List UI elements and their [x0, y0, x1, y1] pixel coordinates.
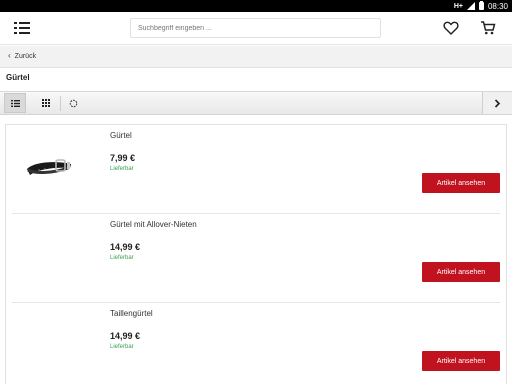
app-header [0, 12, 512, 45]
list-menu-icon [14, 22, 17, 24]
menu-button[interactable] [14, 22, 30, 35]
grid-view-button[interactable] [35, 92, 57, 114]
wishlist-button[interactable] [443, 20, 459, 36]
heart-icon [443, 21, 459, 35]
product-price: 14,99 € [110, 331, 141, 341]
availability-label: Lieferbar [110, 344, 134, 350]
signal-icon [466, 2, 475, 10]
product-price: 14,99 € [110, 242, 141, 252]
refresh-button[interactable] [62, 92, 84, 114]
product-item[interactable]: Gürtel mit Allover-Nieten 14,99 € Liefer… [6, 214, 506, 303]
product-item[interactable]: Gürtel 7,99 € Lieferbar Artikel ansehen [6, 125, 506, 214]
product-name[interactable]: Gürtel [110, 131, 132, 140]
network-indicator: H+ [453, 2, 463, 10]
product-image [24, 323, 74, 363]
product-item[interactable]: Taillengürtel 14,99 € Lieferbar Artikel … [6, 303, 506, 384]
back-label: Zurück [14, 52, 37, 60]
battery-icon [478, 1, 484, 10]
toolbar-divider [60, 96, 61, 111]
clock: 08:30 [487, 1, 508, 11]
view-article-button[interactable]: Artikel ansehen [422, 262, 500, 282]
page-title: Gürtel [6, 73, 30, 82]
cart-icon [481, 21, 496, 35]
list-view-icon [10, 99, 20, 107]
view-article-button[interactable]: Artikel ansehen [422, 351, 500, 371]
chevron-left-icon: ‹ [8, 51, 11, 60]
list-view-button[interactable] [4, 93, 26, 113]
view-article-button[interactable]: Artikel ansehen [422, 173, 500, 193]
back-bar: ‹ Zurück [0, 46, 512, 68]
status-bar: H+ 08:30 [0, 0, 512, 12]
next-button[interactable] [482, 92, 512, 114]
product-name[interactable]: Taillengürtel [110, 309, 153, 318]
product-image [24, 234, 74, 274]
chevron-right-icon [494, 98, 501, 108]
product-name[interactable]: Gürtel mit Allover-Nieten [110, 220, 197, 229]
search-input[interactable] [130, 18, 381, 38]
product-price: 7,99 € [110, 153, 136, 163]
grid-view-icon [42, 99, 50, 107]
view-toolbar [0, 91, 512, 115]
back-link[interactable]: ‹ Zurück [8, 52, 36, 60]
availability-label: Lieferbar [110, 255, 134, 261]
belt-image [27, 159, 71, 175]
product-image [24, 145, 74, 185]
cart-button[interactable] [480, 20, 496, 36]
availability-label: Lieferbar [110, 166, 134, 172]
refresh-icon [69, 99, 77, 107]
product-list: Gürtel 7,99 € Lieferbar Artikel ansehen … [5, 124, 507, 384]
